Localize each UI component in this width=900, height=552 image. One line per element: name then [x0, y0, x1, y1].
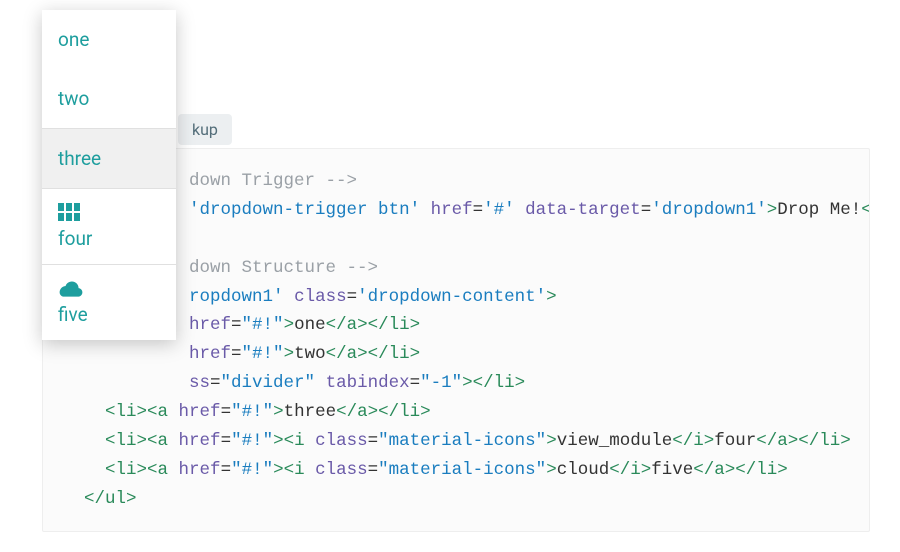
tab-markup-button[interactable]: kup — [178, 114, 232, 145]
dropdown-item-label: four — [58, 227, 160, 250]
dropdown-item-label: three — [58, 147, 160, 170]
dropdown-item-label: one — [58, 28, 160, 51]
dropdown-item-three[interactable]: three — [42, 129, 176, 188]
dropdown-item-four[interactable]: four — [42, 189, 176, 264]
dropdown-menu: one two three four five — [42, 10, 176, 340]
dropdown-item-two[interactable]: two — [42, 69, 176, 128]
dropdown-item-label: two — [58, 87, 160, 110]
dropdown-item-label: five — [58, 303, 160, 326]
dropdown-item-one[interactable]: one — [42, 10, 176, 69]
code-block: down Trigger --> 'dropdown-trigger btn' … — [63, 167, 849, 514]
dropdown-item-five[interactable]: five — [42, 265, 176, 340]
cloud-icon — [58, 279, 160, 297]
view-module-icon — [58, 203, 160, 221]
